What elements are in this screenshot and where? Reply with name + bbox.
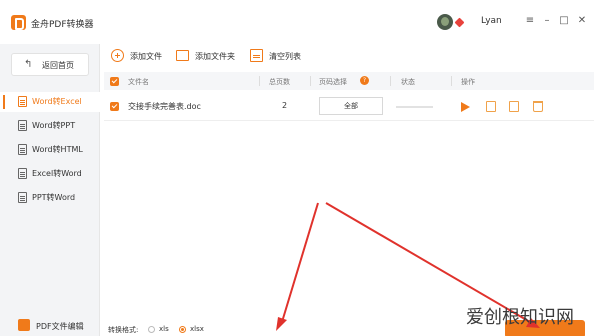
pdf-edit-button[interactable]: PDF文件编辑 [0, 316, 100, 336]
format-option-xlsx[interactable]: xlsx [190, 325, 204, 333]
open-folder-icon[interactable] [509, 101, 519, 112]
maximize-button[interactable]: □ [558, 15, 570, 27]
table-row: 交接手续完善表.doc 2 全部 [104, 93, 594, 121]
delete-trash-icon[interactable] [533, 101, 543, 112]
status-progress-bar [396, 106, 433, 108]
select-all-checkbox[interactable] [110, 77, 119, 86]
app-title: 金舟PDF转换器 [31, 20, 94, 30]
sidebar-item-label: Word转PPT [32, 121, 76, 130]
sidebar-item-label: Excel转Word [32, 169, 82, 178]
sidebar-item-word-to-excel[interactable]: Word转Excel [0, 92, 100, 112]
vip-badge-icon[interactable] [454, 17, 465, 28]
app-logo-icon [11, 15, 26, 30]
header-divider [259, 76, 260, 86]
minimize-button[interactable]: – [541, 15, 553, 27]
document-icon [18, 120, 27, 131]
clear-list-icon [250, 49, 263, 62]
row-total-pages: 2 [282, 101, 288, 110]
view-document-icon[interactable] [486, 101, 496, 112]
add-file-label: 添加文件 [130, 52, 162, 61]
file-table-header: 文件名 总页数 页码选择 ? 状态 操作 [104, 72, 594, 90]
add-folder-label: 添加文件夹 [195, 52, 235, 61]
clear-list-label: 清空列表 [269, 52, 301, 61]
format-radio-xls[interactable] [148, 326, 155, 333]
header-divider [451, 76, 452, 86]
format-option-xls[interactable]: xls [159, 325, 169, 333]
header-actions: 操作 [461, 78, 475, 86]
document-icon [18, 96, 27, 107]
format-label: 转换格式: [108, 326, 139, 334]
plus-circle-icon [111, 49, 124, 62]
back-arrow-icon: ↰ [24, 59, 33, 70]
header-total-pages: 总页数 [269, 78, 290, 86]
row-filename: 交接手续完善表.doc [128, 102, 201, 111]
document-icon [18, 192, 27, 203]
arrow-to-format [281, 202, 319, 323]
convert-play-icon[interactable] [461, 102, 470, 112]
format-radio-xlsx[interactable] [179, 326, 186, 333]
header-divider [310, 76, 311, 86]
sidebar-item-label: Word转Excel [32, 97, 82, 106]
user-name[interactable]: Lyan [481, 16, 502, 26]
document-icon [18, 168, 27, 179]
sidebar: ↰ 返回首页 Word转Excel Word转PPT Word转HTML Exc… [0, 44, 100, 336]
sidebar-item-label: PPT转Word [32, 193, 76, 202]
add-file-button[interactable]: 添加文件 [111, 48, 171, 64]
user-avatar[interactable] [437, 14, 453, 30]
pdf-edit-label: PDF文件编辑 [36, 322, 84, 331]
document-icon [18, 144, 27, 155]
page-select-input[interactable]: 全部 [319, 97, 383, 115]
sidebar-item-label: Word转HTML [32, 145, 83, 154]
header-divider [390, 76, 391, 86]
toolbar: 添加文件 添加文件夹 清空列表 [100, 44, 600, 68]
header-page-select: 页码选择 [319, 78, 347, 86]
sidebar-item-word-to-ppt[interactable]: Word转PPT [0, 116, 100, 136]
arrow-head-format [276, 317, 287, 331]
header-status: 状态 [401, 78, 415, 86]
folder-icon [176, 50, 189, 61]
clear-list-button[interactable]: 清空列表 [250, 48, 310, 64]
add-folder-button[interactable]: 添加文件夹 [176, 48, 246, 64]
page-select-help-icon[interactable]: ? [360, 76, 369, 85]
back-home-label: 返回首页 [42, 61, 74, 70]
watermark-text: 爱创根知识网 [466, 307, 574, 328]
sidebar-item-ppt-to-word[interactable]: PPT转Word [0, 188, 100, 208]
sidebar-item-excel-to-word[interactable]: Excel转Word [0, 164, 100, 184]
close-button[interactable]: ✕ [576, 15, 588, 27]
sidebar-item-word-to-html[interactable]: Word转HTML [0, 140, 100, 160]
pdf-edit-icon [18, 319, 30, 331]
header-filename: 文件名 [128, 78, 149, 86]
row-checkbox[interactable] [110, 102, 119, 111]
back-home-button[interactable]: ↰ 返回首页 [11, 53, 89, 76]
menu-icon[interactable]: ≡ [524, 15, 536, 27]
title-bar: 金舟PDF转换器 Lyan ≡ – □ ✕ [0, 0, 600, 44]
